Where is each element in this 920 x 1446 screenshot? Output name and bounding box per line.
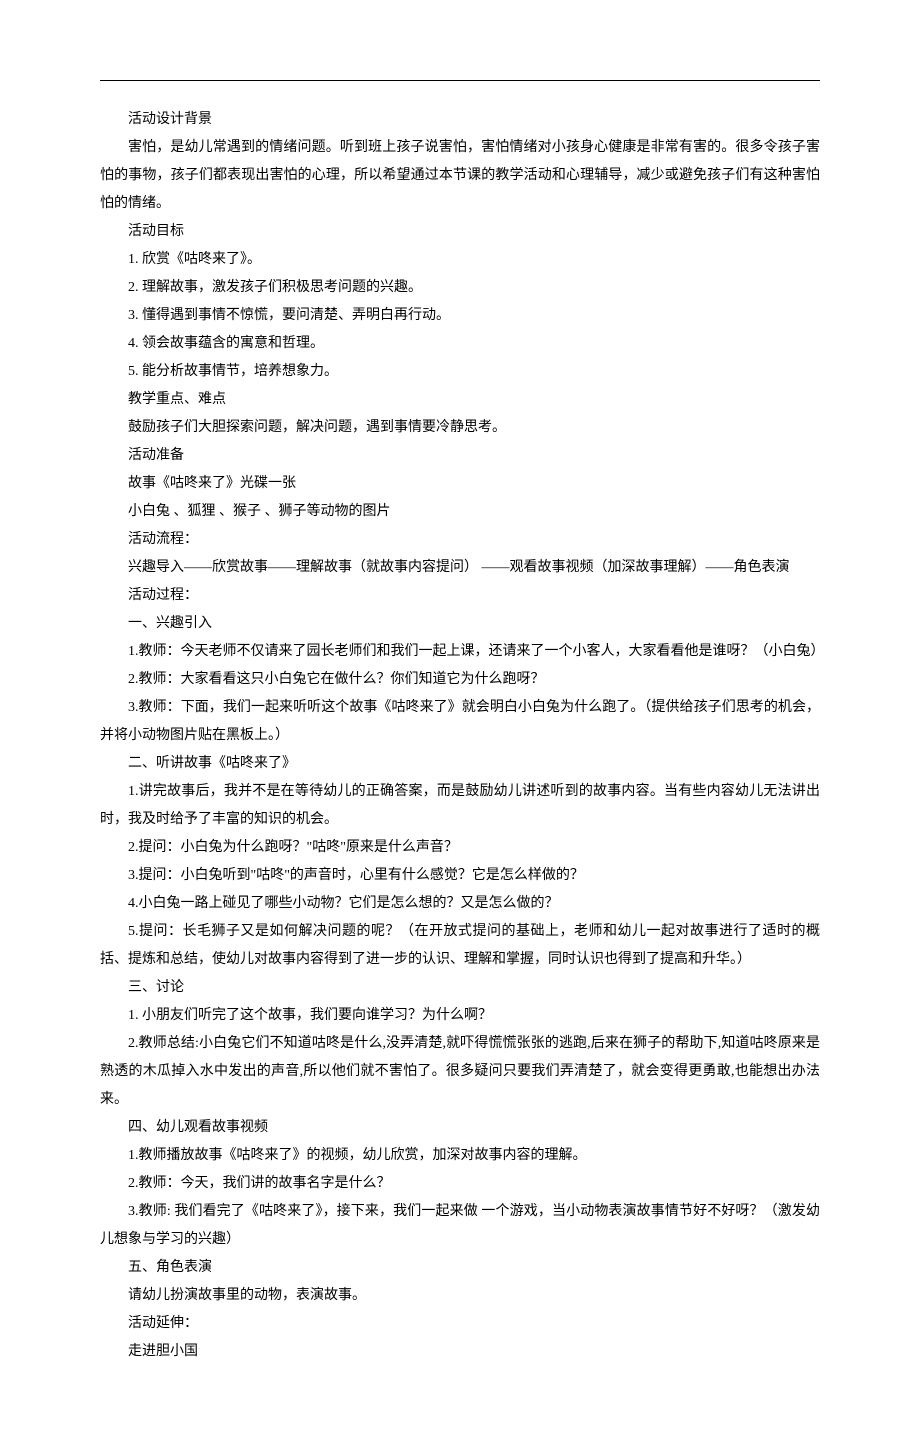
paragraph: 2.教师：大家看看这只小白兔它在做什么？你们知道它为什么跑呀？ <box>100 666 820 694</box>
paragraph: 2.提问：小白兔为什么跑呀？"咕咚"原来是什么声音？ <box>100 834 820 862</box>
paragraph: 二、听讲故事《咕咚来了》 <box>100 750 820 778</box>
paragraph: 兴趣导入——欣赏故事——理解故事（就故事内容提问） ——观看故事视频（加深故事理… <box>100 554 820 582</box>
paragraph: 活动目标 <box>100 218 820 246</box>
paragraph: 1.讲完故事后，我并不是在等待幼儿的正确答案，而是鼓励幼儿讲述听到的故事内容。当… <box>100 778 820 834</box>
paragraph: 四、幼儿观看故事视频 <box>100 1114 820 1142</box>
paragraph: 1. 小朋友们听完了这个故事，我们要向谁学习？为什么啊？ <box>100 1002 820 1030</box>
paragraph: 3.教师: 我们看完了《咕咚来了》，接下来，我们一起来做 一个游戏，当小动物表演… <box>100 1198 820 1254</box>
paragraph: 1.教师：今天老师不仅请来了园长老师们和我们一起上课，还请来了一个小客人，大家看… <box>100 638 820 666</box>
paragraph: 五、角色表演 <box>100 1254 820 1282</box>
paragraph: 小白兔 、狐狸 、猴子 、狮子等动物的图片 <box>100 498 820 526</box>
paragraph: 5. 能分析故事情节，培养想象力。 <box>100 358 820 386</box>
paragraph: 活动延伸： <box>100 1310 820 1338</box>
paragraph: 活动准备 <box>100 442 820 470</box>
paragraph: 走进胆小国 <box>100 1338 820 1366</box>
paragraph: 1. 欣赏《咕咚来了》。 <box>100 246 820 274</box>
paragraph: 3.提问：小白兔听到"咕咚"的声音时，心里有什么感觉？它是怎么样做的？ <box>100 862 820 890</box>
paragraph: 鼓励孩子们大胆探索问题，解决问题，遇到事情要冷静思考。 <box>100 414 820 442</box>
paragraph: 4. 领会故事蕴含的寓意和哲理。 <box>100 330 820 358</box>
paragraph: 三、讨论 <box>100 974 820 1002</box>
paragraph: 一、兴趣引入 <box>100 610 820 638</box>
paragraph: 害怕，是幼儿常遇到的情绪问题。听到班上孩子说害怕，害怕情绪对小孩身心健康是非常有… <box>100 134 820 218</box>
paragraph: 1.教师播放故事《咕咚来了》的视频，幼儿欣赏，加深对故事内容的理解。 <box>100 1142 820 1170</box>
paragraph: 2.教师总结:小白兔它们不知道咕咚是什么,没弄清楚,就吓得慌慌张张的逃跑,后来在… <box>100 1030 820 1114</box>
paragraph: 3.教师：下面，我们一起来听听这个故事《咕咚来了》就会明白小白兔为什么跑了。（提… <box>100 694 820 750</box>
paragraph: 活动设计背景 <box>100 106 820 134</box>
paragraph: 活动过程： <box>100 582 820 610</box>
horizontal-divider <box>100 80 820 81</box>
paragraph: 3. 懂得遇到事情不惊慌，要问清楚、弄明白再行动。 <box>100 302 820 330</box>
paragraph: 故事《咕咚来了》光碟一张 <box>100 470 820 498</box>
paragraph: 请幼儿扮演故事里的动物，表演故事。 <box>100 1282 820 1310</box>
paragraph: 5.提问：长毛狮子又是如何解决问题的呢？（在开放式提问的基础上，老师和幼儿一起对… <box>100 918 820 974</box>
paragraph: 2.教师：今天，我们讲的故事名字是什么？ <box>100 1170 820 1198</box>
document-content: 活动设计背景 害怕，是幼儿常遇到的情绪问题。听到班上孩子说害怕，害怕情绪对小孩身… <box>100 106 820 1366</box>
paragraph: 教学重点、难点 <box>100 386 820 414</box>
paragraph: 活动流程： <box>100 526 820 554</box>
paragraph: 4.小白兔一路上碰见了哪些小动物？它们是怎么想的？又是怎么做的？ <box>100 890 820 918</box>
paragraph: 2. 理解故事，激发孩子们积极思考问题的兴趣。 <box>100 274 820 302</box>
